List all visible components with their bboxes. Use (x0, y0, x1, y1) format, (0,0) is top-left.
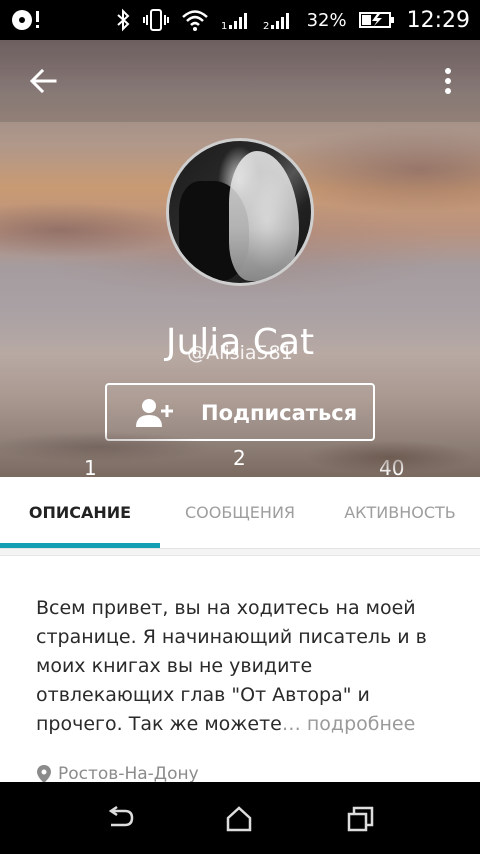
description-panel: Всем привет, вы на ходитесь на моей стра… (0, 549, 480, 782)
battery-percent: 32% (306, 9, 347, 31)
vibrate-icon (142, 8, 169, 32)
profile-header: Julia Cat @Alisia581 Подписаться 1 2 40 (0, 40, 480, 477)
subscribe-button[interactable]: Подписаться (105, 383, 375, 441)
description-card: Всем привет, вы на ходитесь на моей стра… (0, 555, 480, 782)
description-text: Всем привет, вы на ходитесь на моей стра… (36, 594, 446, 739)
location-label: Ростов-На-Дону (58, 764, 199, 782)
back-nav-icon (108, 806, 134, 827)
app-toolbar (0, 40, 480, 122)
location-pin-icon (37, 765, 51, 782)
location: Ростов-На-Дону (36, 764, 199, 782)
back-arrow-icon (29, 68, 57, 94)
home-nav-button[interactable] (221, 804, 257, 834)
subscribe-label: Подписаться (201, 401, 358, 425)
more-vert-icon (445, 68, 451, 94)
recent-apps-button[interactable] (342, 804, 378, 834)
add-person-icon (135, 397, 175, 434)
more-options-button[interactable] (438, 64, 458, 98)
tab-messages[interactable]: СООБЩЕНИЯ (160, 477, 320, 548)
tab-activity[interactable]: АКТИВНОСТЬ (320, 477, 480, 548)
status-bar: 1 2 32% 12:29 (0, 0, 480, 40)
back-button[interactable] (26, 64, 60, 98)
status-time: 12:29 (406, 7, 470, 33)
recent-apps-icon (347, 806, 374, 832)
tab-description[interactable]: ОПИСАНИЕ (0, 477, 160, 548)
home-nav-icon (226, 806, 252, 832)
read-more-link[interactable]: подробнее (301, 713, 415, 735)
wifi-icon (181, 8, 209, 32)
svg-text:1: 1 (221, 21, 227, 31)
avatar[interactable] (166, 138, 314, 286)
bluetooth-icon (115, 8, 131, 32)
stat-count: 1 (84, 456, 97, 477)
system-nav-bar (0, 782, 480, 854)
battery-charging-icon (358, 10, 395, 30)
signal-2-icon: 2 (263, 9, 295, 31)
signal-1-icon: 1 (221, 9, 251, 31)
media-icon (10, 7, 44, 33)
profile-handle: @Alisia581 (187, 342, 293, 364)
ellipsis: … (281, 713, 301, 735)
stat-count: 40 (379, 456, 405, 477)
stat-count: 2 (233, 446, 246, 470)
svg-text:2: 2 (263, 21, 269, 31)
back-nav-button[interactable] (102, 804, 138, 834)
profile-tabs: ОПИСАНИЕ СООБЩЕНИЯ АКТИВНОСТЬ (0, 477, 480, 549)
